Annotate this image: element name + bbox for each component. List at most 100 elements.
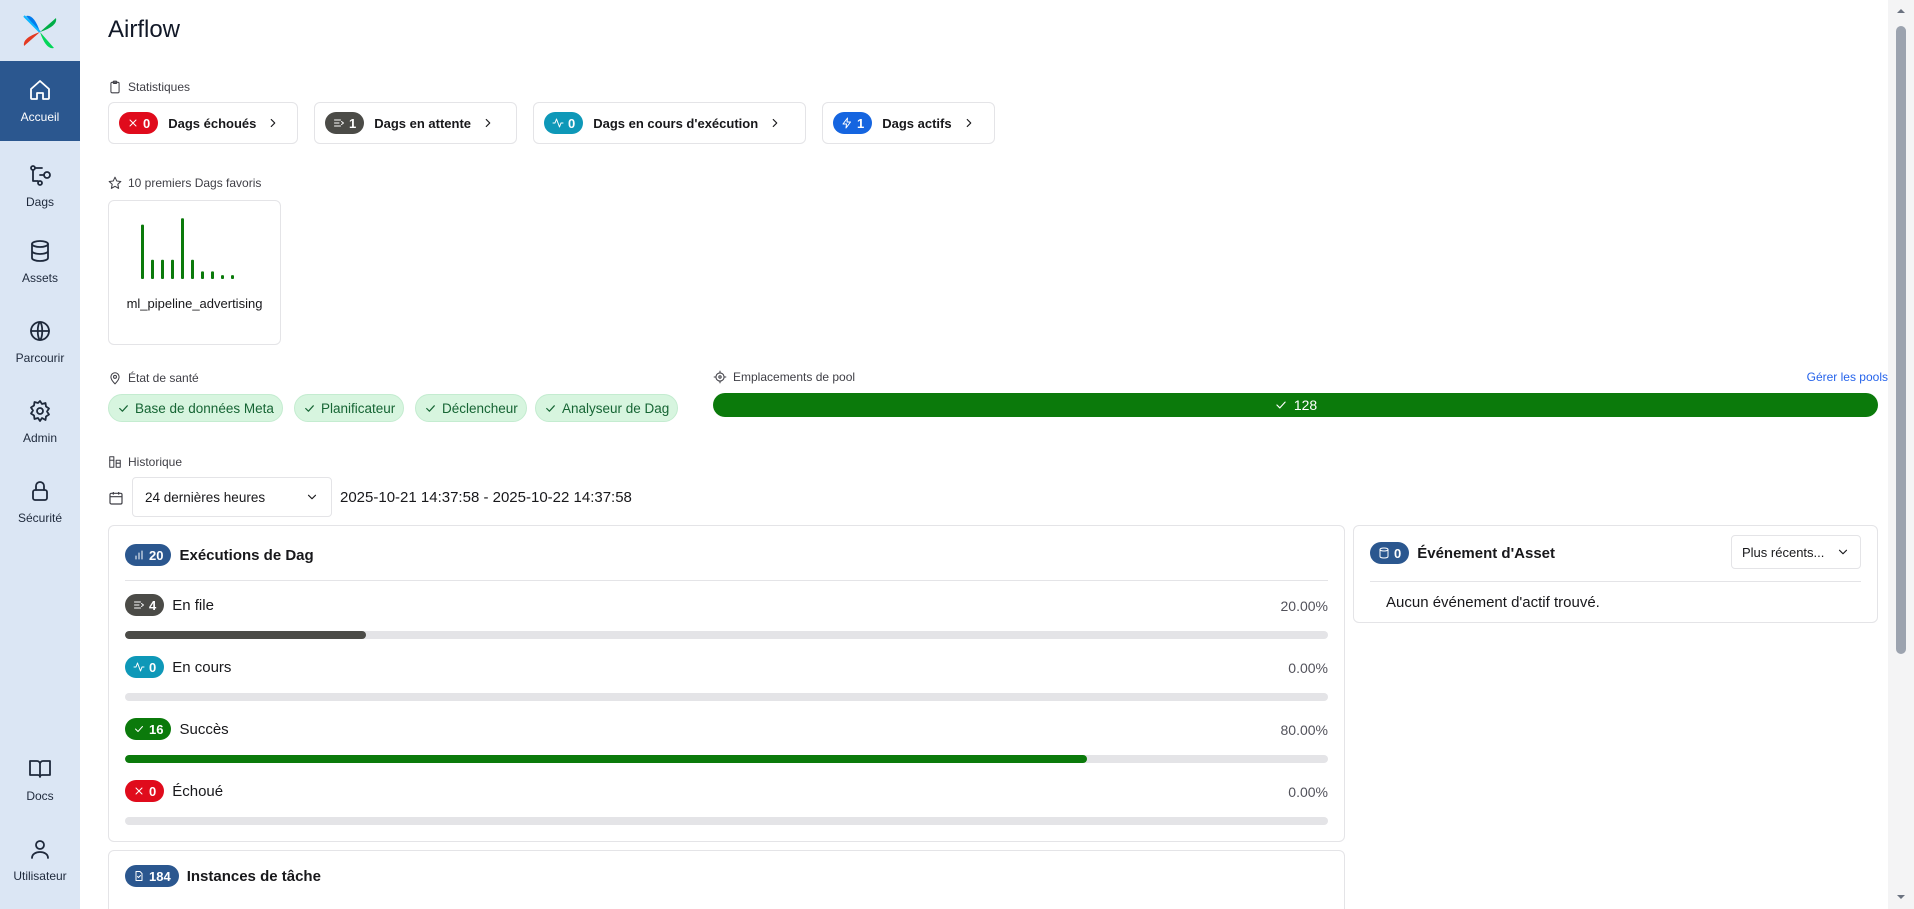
check-icon: [135, 726, 143, 732]
asset-events-sort-value: Plus récents...: [1742, 544, 1825, 560]
check-icon: [1276, 401, 1286, 409]
sidebar-item-utilisateur[interactable]: Utilisateur: [0, 820, 80, 900]
task-instances-total-badge: 184: [125, 865, 179, 887]
failed-count-badge: 0: [119, 112, 159, 134]
dag-runs-row-success[interactable]: 16 Succès: [125, 718, 229, 740]
failed-count: 0: [143, 115, 151, 131]
running-runs-progress: [125, 693, 1328, 701]
sidebar-item-label: Admin: [22, 431, 57, 445]
database-icon: [1379, 547, 1389, 559]
sidebar-item-label: Docs: [26, 789, 54, 803]
sidebar: Accueil Dags Assets Parcourir Admin Sécu…: [0, 0, 80, 909]
sidebar-item-dags[interactable]: Dags: [0, 146, 80, 226]
book-icon: [29, 760, 51, 778]
location-pin-icon: [110, 372, 120, 385]
pool-slots-bar[interactable]: 128: [713, 393, 1878, 417]
recent-run-bar[interactable]: [171, 259, 174, 279]
crosshair-icon: [713, 370, 727, 384]
recent-run-bar[interactable]: [151, 259, 154, 279]
dag-runs-row-queued[interactable]: 4 En file: [125, 594, 214, 616]
dag-runs-row-running[interactable]: 0 En cours: [125, 656, 231, 678]
health-pill-metadatabase: Base de données Meta: [108, 394, 283, 422]
stat-card-active[interactable]: 1 Dags actifs: [822, 102, 995, 144]
recent-run-bar[interactable]: [201, 271, 204, 279]
history-icon: [109, 456, 121, 468]
sidebar-item-accueil[interactable]: Accueil: [0, 61, 80, 141]
recent-run-bar[interactable]: [231, 275, 234, 279]
scrollbar-thumb[interactable]: [1896, 26, 1906, 654]
check-icon: [426, 404, 435, 412]
queued-runs-count: 4: [149, 597, 157, 613]
queued-count-badge: 1: [325, 112, 365, 134]
recent-run-bar[interactable]: [181, 218, 184, 279]
star-icon: [108, 176, 122, 189]
bar-chart-icon: [135, 550, 143, 560]
success-runs-count: 16: [149, 721, 164, 737]
check-icon: [305, 404, 314, 412]
airflow-logo[interactable]: [20, 12, 60, 52]
favorite-dag-card[interactable]: ml_pipeline_advertising: [108, 200, 281, 345]
sidebar-item-parcourir[interactable]: Parcourir: [0, 302, 80, 382]
time-range-select[interactable]: 24 dernières heures: [132, 477, 332, 517]
history-label-text: Historique: [128, 455, 183, 469]
check-icon: [119, 404, 128, 412]
active-count-badge: 1: [833, 112, 873, 134]
recent-run-bar[interactable]: [211, 271, 214, 279]
failed-runs-pct: 0.00%: [1288, 784, 1328, 800]
running-label: Dags en cours d'exécution: [593, 115, 759, 131]
divider: [125, 580, 1328, 581]
favorites-label-text: 10 premiers Dags favoris: [128, 176, 262, 190]
queued-runs-pct: 20.00%: [1280, 598, 1328, 614]
recent-run-bar[interactable]: [221, 275, 224, 279]
running-runs-label: En cours: [172, 658, 232, 676]
scroll-down-icon[interactable]: [1896, 892, 1906, 902]
sidebar-item-admin[interactable]: Admin: [0, 382, 80, 462]
recent-run-bar[interactable]: [141, 224, 144, 279]
home-icon: [30, 80, 50, 100]
sidebar-item-label: Dags: [25, 195, 54, 209]
check-icon: [546, 404, 555, 412]
asset-events-sort-select[interactable]: Plus récents...: [1731, 535, 1861, 569]
manage-pools-link[interactable]: Gérer les pools: [1807, 370, 1888, 384]
file-icon: [135, 871, 143, 881]
divider: [1370, 581, 1861, 582]
queued-runs-label: En file: [172, 596, 214, 614]
dag-runs-total: 20: [149, 547, 164, 563]
x-icon: [135, 787, 143, 795]
sidebar-item-securite[interactable]: Sécurité: [0, 462, 80, 542]
sidebar-item-assets[interactable]: Assets: [0, 222, 80, 302]
active-count: 1: [857, 115, 865, 131]
sidebar-item-label: Parcourir: [15, 351, 65, 365]
page-title: Airflow: [108, 16, 181, 43]
page-scrollbar[interactable]: [1888, 0, 1914, 909]
dag-runs-title-text: Exécutions de Dag: [179, 546, 314, 564]
running-count: 0: [568, 115, 576, 131]
dag-runs-row-failed[interactable]: 0 Échoué: [125, 780, 223, 802]
sidebar-item-docs[interactable]: Docs: [0, 740, 80, 820]
success-runs-progress: [125, 755, 1328, 763]
asset-events-count-badge: 0: [1370, 542, 1410, 564]
running-count-badge: 0: [544, 112, 584, 134]
queued-count: 1: [349, 115, 357, 131]
health-section-label: État de santé: [108, 371, 199, 385]
pool-section-label: Emplacements de pool: [713, 370, 855, 384]
stats-label-text: Statistiques: [128, 80, 191, 94]
recent-run-bar[interactable]: [161, 259, 164, 279]
globe-icon: [30, 321, 50, 341]
stat-card-running[interactable]: 0 Dags en cours d'exécution: [533, 102, 806, 144]
user-icon: [31, 840, 49, 859]
chevron-right-icon: [772, 118, 778, 128]
success-runs-label: Succès: [179, 720, 229, 738]
running-runs-count: 0: [149, 659, 157, 675]
queue-icon: [134, 601, 144, 609]
stat-card-queued[interactable]: 1 Dags en attente: [314, 102, 517, 144]
stat-card-failed[interactable]: 0 Dags échoués: [108, 102, 298, 144]
bolt-icon: [842, 117, 851, 129]
health-pill-label: Base de données Meta: [135, 400, 274, 416]
success-runs-badge: 16: [125, 718, 172, 740]
scroll-up-icon[interactable]: [1896, 6, 1906, 16]
gear-icon: [30, 400, 50, 422]
recent-run-bar[interactable]: [191, 259, 194, 279]
time-range-value: 24 dernières heures: [145, 489, 266, 505]
database-icon: [31, 240, 49, 262]
